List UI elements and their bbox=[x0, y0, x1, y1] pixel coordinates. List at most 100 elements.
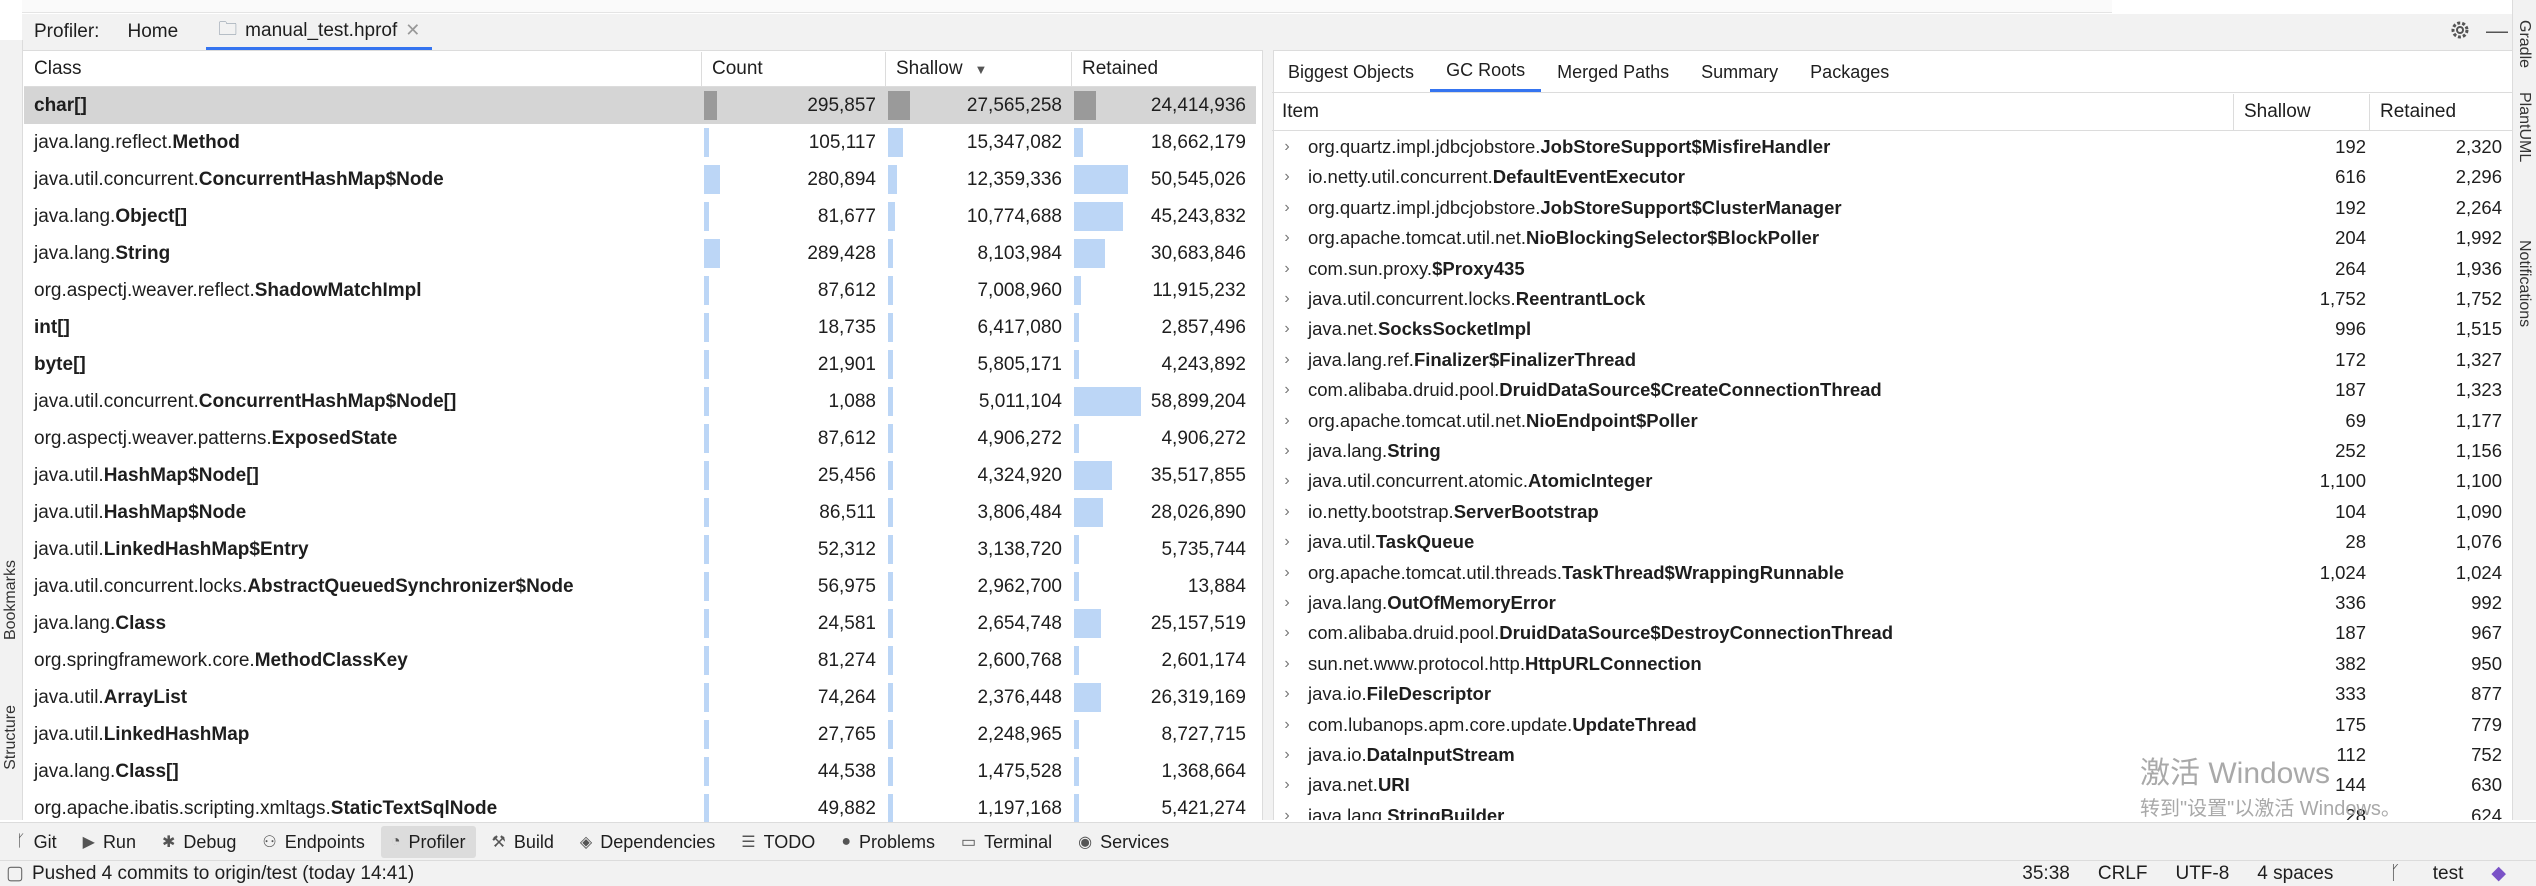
list-item[interactable]: › com.alibaba.druid.pool.DruidDataSource$… bbox=[1272, 618, 2512, 648]
caret-position[interactable]: 35:38 bbox=[2022, 863, 2070, 885]
chevron-right-icon[interactable]: › bbox=[1272, 807, 1302, 820]
tool-run[interactable]: ▶ Run bbox=[73, 826, 146, 858]
chevron-right-icon[interactable]: › bbox=[1272, 472, 1302, 490]
list-item[interactable]: › com.lubanops.apm.core.update.UpdateThre… bbox=[1272, 710, 2512, 740]
list-item[interactable]: › com.sun.proxy.$Proxy435 264 1,936 bbox=[1272, 254, 2512, 284]
tool-profiler[interactable]: ◔ Profiler bbox=[380, 826, 476, 858]
chevron-right-icon[interactable]: › bbox=[1272, 716, 1302, 734]
list-item[interactable]: › java.io.FileDescriptor 333 877 bbox=[1272, 679, 2512, 709]
list-item[interactable]: › java.net.SocksSocketImpl 996 1,515 bbox=[1272, 314, 2512, 344]
column-shallow[interactable]: Shallow ▼ bbox=[886, 52, 1072, 86]
indent-setting[interactable]: 4 spaces bbox=[2257, 863, 2333, 885]
table-row[interactable]: java.lang.reflect. Method 105,117 15,347,08… bbox=[24, 124, 1256, 161]
minimize-icon[interactable]: — bbox=[2486, 18, 2508, 44]
chevron-right-icon[interactable]: › bbox=[1272, 199, 1302, 217]
column-shallow[interactable]: Shallow bbox=[2234, 94, 2370, 130]
gear-icon[interactable] bbox=[2448, 18, 2472, 42]
list-item[interactable]: › java.util.concurrent.atomic.AtomicInteg… bbox=[1272, 466, 2512, 496]
file-encoding[interactable]: UTF-8 bbox=[2175, 863, 2229, 885]
vcs-branch[interactable]: ᚴ test bbox=[2361, 863, 2463, 885]
table-row[interactable]: java.lang. Class 24,581 2,654,748 25,157,519 bbox=[24, 605, 1256, 642]
list-item[interactable]: › org.quartz.impl.jdbcjobstore.JobStoreSu… bbox=[1272, 193, 2512, 223]
chevron-right-icon[interactable]: › bbox=[1272, 320, 1302, 338]
list-item[interactable]: › sun.net.www.protocol.http.HttpURLConnec… bbox=[1272, 649, 2512, 679]
gradle-tab[interactable]: Gradle bbox=[2515, 20, 2533, 68]
chevron-right-icon[interactable]: › bbox=[1272, 746, 1302, 764]
plugin-icon[interactable]: ◆ bbox=[2491, 862, 2506, 885]
plantuml-tab[interactable]: PlantUML bbox=[2515, 92, 2533, 162]
list-item[interactable]: › com.alibaba.druid.pool.DruidDataSource$… bbox=[1272, 375, 2512, 405]
column-count[interactable]: Count bbox=[702, 52, 886, 86]
list-item[interactable]: › io.netty.util.concurrent.DefaultEventEx… bbox=[1272, 162, 2512, 192]
chevron-right-icon[interactable]: › bbox=[1272, 381, 1302, 399]
chevron-right-icon[interactable]: › bbox=[1272, 564, 1302, 582]
chevron-right-icon[interactable]: › bbox=[1272, 351, 1302, 369]
bookmarks-tab[interactable]: Bookmarks bbox=[0, 560, 22, 640]
column-retained[interactable]: Retained bbox=[1072, 52, 1256, 86]
chevron-right-icon[interactable]: › bbox=[1272, 138, 1302, 156]
tab-biggest-objects[interactable]: Biggest Objects bbox=[1272, 52, 1430, 92]
list-item[interactable]: › org.apache.tomcat.util.net.NioEndpoint$… bbox=[1272, 406, 2512, 436]
chevron-right-icon[interactable]: › bbox=[1272, 503, 1302, 521]
tab-manual-test-hprof[interactable]: 🗀 manual_test.hprof ✕ bbox=[206, 14, 433, 50]
list-item[interactable]: › java.util.TaskQueue 28 1,076 bbox=[1272, 527, 2512, 557]
chevron-right-icon[interactable]: › bbox=[1272, 655, 1302, 673]
table-row[interactable]: org.aspectj.weaver.reflect. ShadowMatchIm… bbox=[24, 272, 1256, 309]
table-row[interactable]: java.util. LinkedHashMap$Entry 52,312 3,138… bbox=[24, 531, 1256, 568]
chevron-right-icon[interactable]: › bbox=[1272, 168, 1302, 186]
tab-packages[interactable]: Packages bbox=[1794, 52, 1905, 92]
chevron-right-icon[interactable]: › bbox=[1272, 533, 1302, 551]
list-item[interactable]: › io.netty.bootstrap.ServerBootstrap 104 1,… bbox=[1272, 497, 2512, 527]
chevron-right-icon[interactable]: › bbox=[1272, 260, 1302, 278]
table-row[interactable]: java.lang. Class[] 44,538 1,475,528 1,368,66… bbox=[24, 753, 1256, 790]
table-row[interactable]: java.util. HashMap$Node[] 25,456 4,324,920 3… bbox=[24, 457, 1256, 494]
tool-git[interactable]: ᚴ Git bbox=[6, 826, 67, 858]
table-row[interactable]: java.util.concurrent.locks. AbstractQueue… bbox=[24, 568, 1256, 605]
close-icon[interactable]: ✕ bbox=[405, 20, 420, 41]
list-item[interactable]: › org.apache.tomcat.util.net.NioBlockingS… bbox=[1272, 223, 2512, 253]
list-item[interactable]: › java.lang.String 252 1,156 bbox=[1272, 436, 2512, 466]
tab-merged-paths[interactable]: Merged Paths bbox=[1541, 52, 1685, 92]
chevron-right-icon[interactable]: › bbox=[1272, 594, 1302, 612]
chevron-right-icon[interactable]: › bbox=[1272, 685, 1302, 703]
table-row[interactable]: java.util. HashMap$Node 86,511 3,806,484 28,… bbox=[24, 494, 1256, 531]
table-row[interactable]: java.util.concurrent. ConcurrentHashMap$N… bbox=[24, 161, 1256, 198]
tool-problems[interactable]: ● Problems bbox=[831, 826, 945, 858]
tool-terminal[interactable]: ▭ Terminal bbox=[951, 826, 1062, 858]
chevron-right-icon[interactable]: › bbox=[1272, 624, 1302, 642]
tool-endpoints[interactable]: ⚇ Endpoints bbox=[252, 826, 374, 858]
column-item[interactable]: Item bbox=[1272, 94, 2234, 130]
tool-todo[interactable]: ☰ TODO bbox=[731, 826, 825, 858]
line-separator[interactable]: CRLF bbox=[2098, 863, 2148, 885]
table-row[interactable]: java.util.concurrent. ConcurrentHashMap$N… bbox=[24, 383, 1256, 420]
list-item[interactable]: › java.lang.ref.Finalizer$FinalizerThread… bbox=[1272, 345, 2512, 375]
tool-build[interactable]: ⚒ Build bbox=[482, 826, 564, 858]
table-row[interactable]: int[] 18,735 6,417,080 2,857,496 bbox=[24, 309, 1256, 346]
notifications-tab[interactable]: Notifications bbox=[2515, 240, 2533, 327]
tab-summary[interactable]: Summary bbox=[1685, 52, 1794, 92]
tab-home[interactable]: Home bbox=[127, 14, 178, 50]
chevron-right-icon[interactable]: › bbox=[1272, 776, 1302, 794]
status-toggle-icon[interactable]: ▢ bbox=[6, 862, 24, 885]
chevron-right-icon[interactable]: › bbox=[1272, 412, 1302, 430]
table-row[interactable]: java.util. ArrayList 74,264 2,376,448 26,319… bbox=[24, 679, 1256, 716]
table-row[interactable]: org.springframework.core. MethodClassKey 8… bbox=[24, 642, 1256, 679]
column-retained[interactable]: Retained bbox=[2370, 94, 2506, 130]
tab-gc-roots[interactable]: GC Roots bbox=[1430, 52, 1542, 92]
structure-tab[interactable]: Structure bbox=[0, 705, 22, 770]
table-row[interactable]: java.lang. String 289,428 8,103,984 30,683,8… bbox=[24, 235, 1256, 272]
list-item[interactable]: › java.util.concurrent.locks.ReentrantLoc… bbox=[1272, 284, 2512, 314]
sort-desc-icon[interactable]: ▼ bbox=[975, 62, 988, 77]
table-row[interactable]: char[] 295,857 27,565,258 24,414,936 bbox=[24, 87, 1256, 124]
table-row[interactable]: java.lang. Object[] 81,677 10,774,688 45,243… bbox=[24, 198, 1256, 235]
status-message[interactable]: Pushed 4 commits to origin/test (today 1… bbox=[32, 863, 414, 885]
table-row[interactable]: java.util. LinkedHashMap 27,765 2,248,965 8,… bbox=[24, 716, 1256, 753]
column-class[interactable]: Class bbox=[24, 52, 702, 86]
list-item[interactable]: › java.lang.OutOfMemoryError 336 992 bbox=[1272, 588, 2512, 618]
tool-services[interactable]: ◉ Services bbox=[1068, 826, 1179, 858]
table-row[interactable]: org.apache.ibatis.scripting.xmltags. Stat… bbox=[24, 790, 1256, 822]
chevron-right-icon[interactable]: › bbox=[1272, 229, 1302, 247]
list-item[interactable]: › org.quartz.impl.jdbcjobstore.JobStoreSu… bbox=[1272, 132, 2512, 162]
chevron-right-icon[interactable]: › bbox=[1272, 442, 1302, 460]
table-row[interactable]: org.aspectj.weaver.patterns. ExposedState… bbox=[24, 420, 1256, 457]
